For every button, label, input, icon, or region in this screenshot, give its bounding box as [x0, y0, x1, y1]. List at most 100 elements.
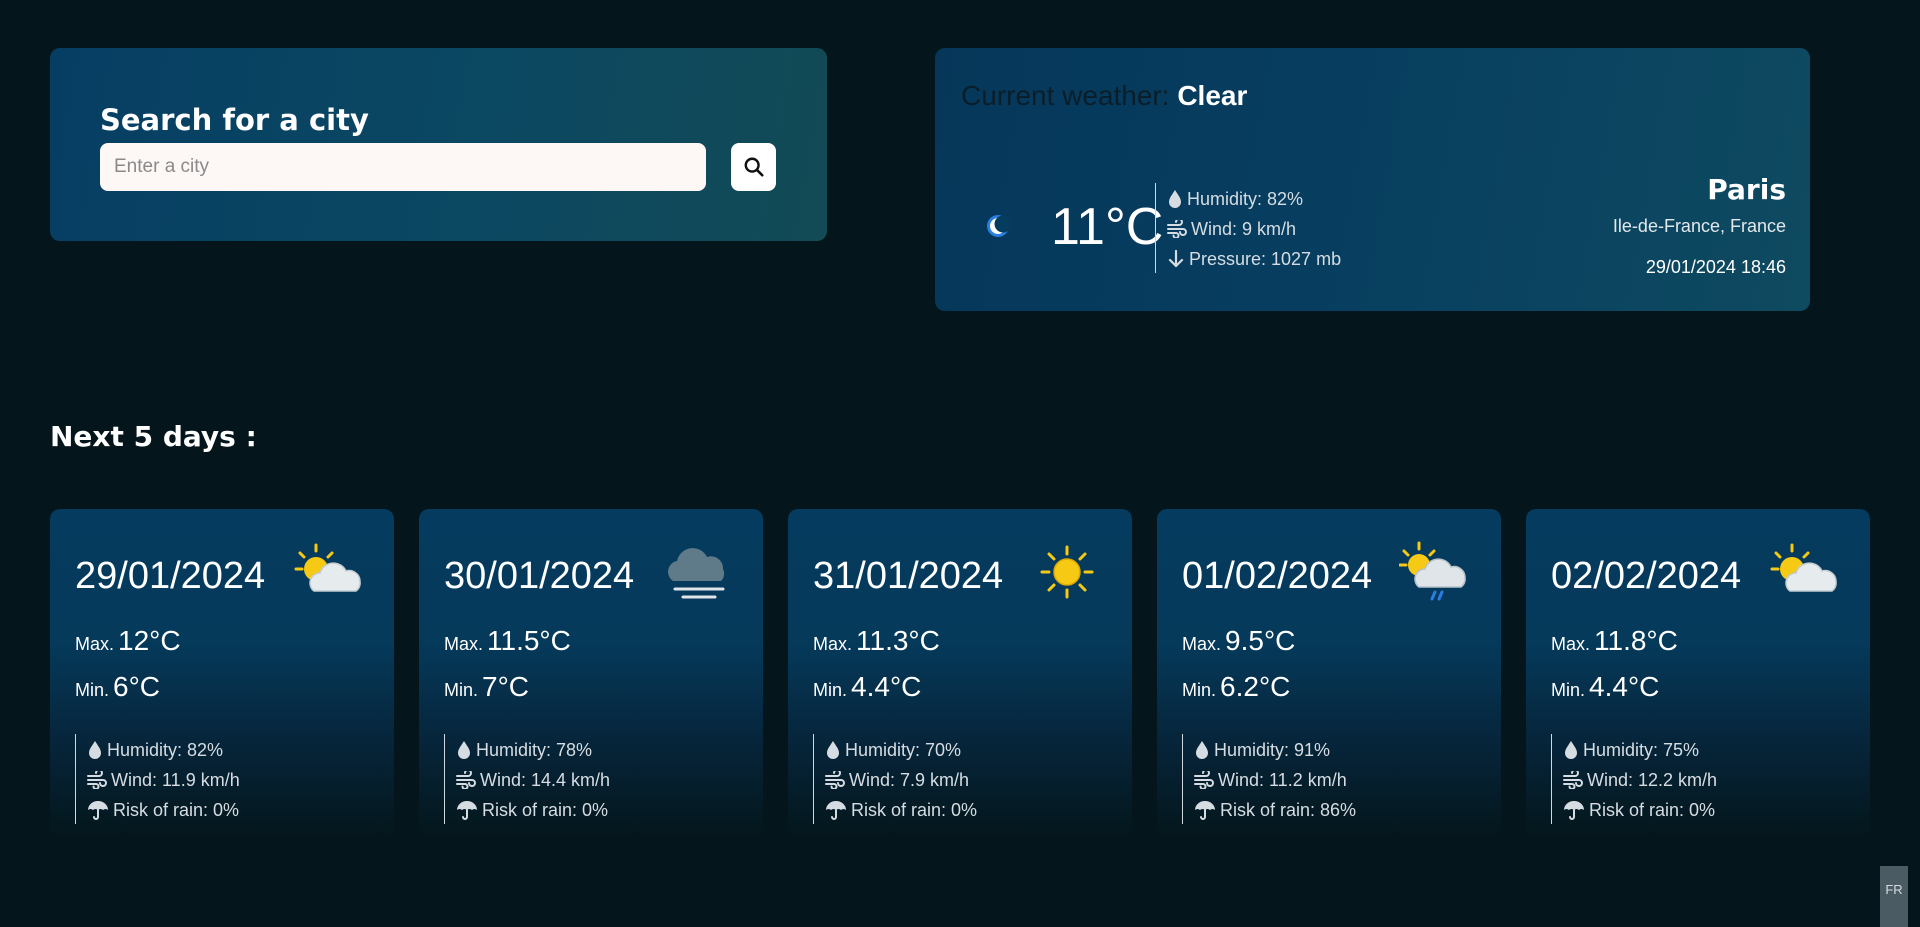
- wind-text: Wind: 7.9 km/h: [849, 769, 970, 790]
- city-name: Paris: [1707, 173, 1786, 206]
- search-card: Search for a city: [50, 48, 827, 241]
- forecast-details: Humidity: 82% Wind: 11.9 km/h Risk of ra…: [87, 735, 240, 825]
- pressure-row: Pressure: 1027 mb: [1167, 244, 1341, 274]
- umbrella-icon: [1195, 801, 1215, 820]
- humidity-text: Humidity: 78%: [476, 739, 593, 760]
- max-value: 11.8°C: [1594, 625, 1678, 656]
- divider: [1551, 734, 1552, 824]
- forecast-date: 31/01/2024: [813, 555, 1004, 597]
- min-temp: Min. 4.4°C: [813, 671, 921, 703]
- divider: [444, 734, 445, 824]
- min-label: Min.: [813, 680, 848, 700]
- min-temp: Min. 6.2°C: [1182, 671, 1290, 703]
- max-temp: Max. 11.8°C: [1551, 625, 1678, 657]
- humidity-row: Humidity: 78%: [456, 735, 610, 765]
- rain-risk-text: Risk of rain: 0%: [851, 799, 978, 820]
- forecast-details: Humidity: 70% Wind: 7.9 km/h Risk of rai…: [825, 735, 977, 825]
- wind-text: Wind: 11.9 km/h: [111, 769, 240, 790]
- forecast-date: 30/01/2024: [444, 555, 635, 597]
- min-value: 4.4°C: [1589, 671, 1660, 702]
- search-title: Search for a city: [100, 103, 369, 137]
- forecast-day-card: 01/02/2024 Max. 9.5°C Min. 6.2°C Humidity:…: [1157, 509, 1501, 839]
- divider: [1182, 734, 1183, 824]
- droplet-icon: [89, 741, 101, 759]
- current-weather-heading: Current weather: Clear: [961, 80, 1247, 112]
- rain-risk-row: Risk of rain: 0%: [1563, 795, 1717, 825]
- umbrella-icon: [457, 801, 477, 820]
- forecast-day-card: 30/01/2024 Max. 11.5°C Min. 7°C Humidity: …: [419, 509, 763, 839]
- umbrella-icon: [826, 801, 846, 820]
- wind-row: Wind: 11.2 km/h: [1194, 765, 1356, 795]
- wind-row: Wind: 7.9 km/h: [825, 765, 977, 795]
- max-temp: Max. 12°C: [75, 625, 181, 657]
- min-value: 7°C: [482, 671, 530, 702]
- humidity-text: Humidity: 91%: [1214, 739, 1331, 760]
- current-datetime: 29/01/2024 18:46: [1645, 257, 1786, 277]
- humidity-row: Humidity: 70%: [825, 735, 977, 765]
- max-value: 11.5°C: [487, 625, 571, 656]
- max-label: Max.: [1551, 634, 1591, 654]
- wind-text: Wind: 11.2 km/h: [1218, 769, 1347, 790]
- divider: [1155, 183, 1156, 273]
- rain-risk-text: Risk of rain: 0%: [482, 799, 609, 820]
- umbrella-icon: [1564, 801, 1584, 820]
- divider: [75, 734, 76, 824]
- min-temp: Min. 6°C: [75, 671, 160, 703]
- humidity-text: Humidity: 70%: [845, 739, 962, 760]
- humidity-text: Humidity: 82%: [107, 739, 224, 760]
- search-button[interactable]: [731, 143, 776, 191]
- droplet-icon: [1169, 190, 1181, 208]
- min-value: 4.4°C: [851, 671, 922, 702]
- current-weather-condition: Clear: [1177, 80, 1248, 111]
- rain-risk-text: Risk of rain: 0%: [113, 799, 240, 820]
- wind-row: Wind: 12.2 km/h: [1563, 765, 1717, 795]
- search-icon: [744, 157, 764, 177]
- forecast-date: 01/02/2024: [1182, 555, 1373, 597]
- humidity-row: Humidity: 82%: [87, 735, 240, 765]
- droplet-icon: [458, 741, 470, 759]
- current-details: Humidity: 82% Wind: 9 km/h Pressure: 102…: [1167, 184, 1341, 274]
- forecast-day-card: 29/01/2024 Max. 12°C Min. 6°C Humidity: 82…: [50, 509, 394, 839]
- droplet-icon: [827, 741, 839, 759]
- wind-icon: [1167, 220, 1187, 238]
- wind-text: Wind: 14.4 km/h: [480, 769, 611, 790]
- wind-text: Wind: 9 km/h: [1191, 218, 1297, 239]
- max-label: Max.: [813, 634, 853, 654]
- region-name: Ile-de-France, France: [1612, 216, 1786, 236]
- forecast-details: Humidity: 78% Wind: 14.4 km/h Risk of ra…: [456, 735, 610, 825]
- droplet-icon: [1196, 741, 1208, 759]
- city-search-input[interactable]: [100, 143, 706, 191]
- max-value: 12°C: [118, 625, 181, 656]
- min-label: Min.: [1182, 680, 1217, 700]
- language-toggle[interactable]: FR: [1880, 866, 1908, 927]
- min-label: Min.: [444, 680, 479, 700]
- divider: [813, 734, 814, 824]
- current-temperature: 11°C: [1051, 198, 1164, 256]
- droplet-icon: [1565, 741, 1577, 759]
- wind-icon: [1194, 771, 1214, 789]
- forecast-day-card: 31/01/2024 Max. 11.3°C Min. 4.4°C Humidity…: [788, 509, 1132, 839]
- max-temp: Max. 11.3°C: [813, 625, 940, 657]
- max-value: 11.3°C: [856, 625, 940, 656]
- moon-icon: [987, 215, 1011, 237]
- min-temp: Min. 4.4°C: [1551, 671, 1659, 703]
- wind-row: Wind: 14.4 km/h: [456, 765, 610, 795]
- forecast-details: Humidity: 75% Wind: 12.2 km/h Risk of ra…: [1563, 735, 1717, 825]
- fog-icon: [668, 548, 725, 599]
- max-temp: Max. 11.5°C: [444, 625, 571, 657]
- wind-icon: [87, 771, 107, 789]
- wind-row: Wind: 11.9 km/h: [87, 765, 240, 795]
- min-value: 6.2°C: [1220, 671, 1291, 702]
- humidity-row: Humidity: 75%: [1563, 735, 1717, 765]
- wind-icon: [1563, 771, 1583, 789]
- sun-cloud-rain-icon: [1399, 541, 1466, 601]
- partly-cloudy-icon: [1770, 543, 1837, 592]
- humidity-row: Humidity: 91%: [1194, 735, 1356, 765]
- max-value: 9.5°C: [1225, 625, 1296, 656]
- wind-icon: [456, 771, 476, 789]
- humidity-row: Humidity: 82%: [1167, 184, 1341, 214]
- max-temp: Max. 9.5°C: [1182, 625, 1295, 657]
- max-label: Max.: [1182, 634, 1222, 654]
- forecast-day-card: 02/02/2024 Max. 11.8°C Min. 4.4°C Humidity…: [1526, 509, 1870, 839]
- min-label: Min.: [75, 680, 110, 700]
